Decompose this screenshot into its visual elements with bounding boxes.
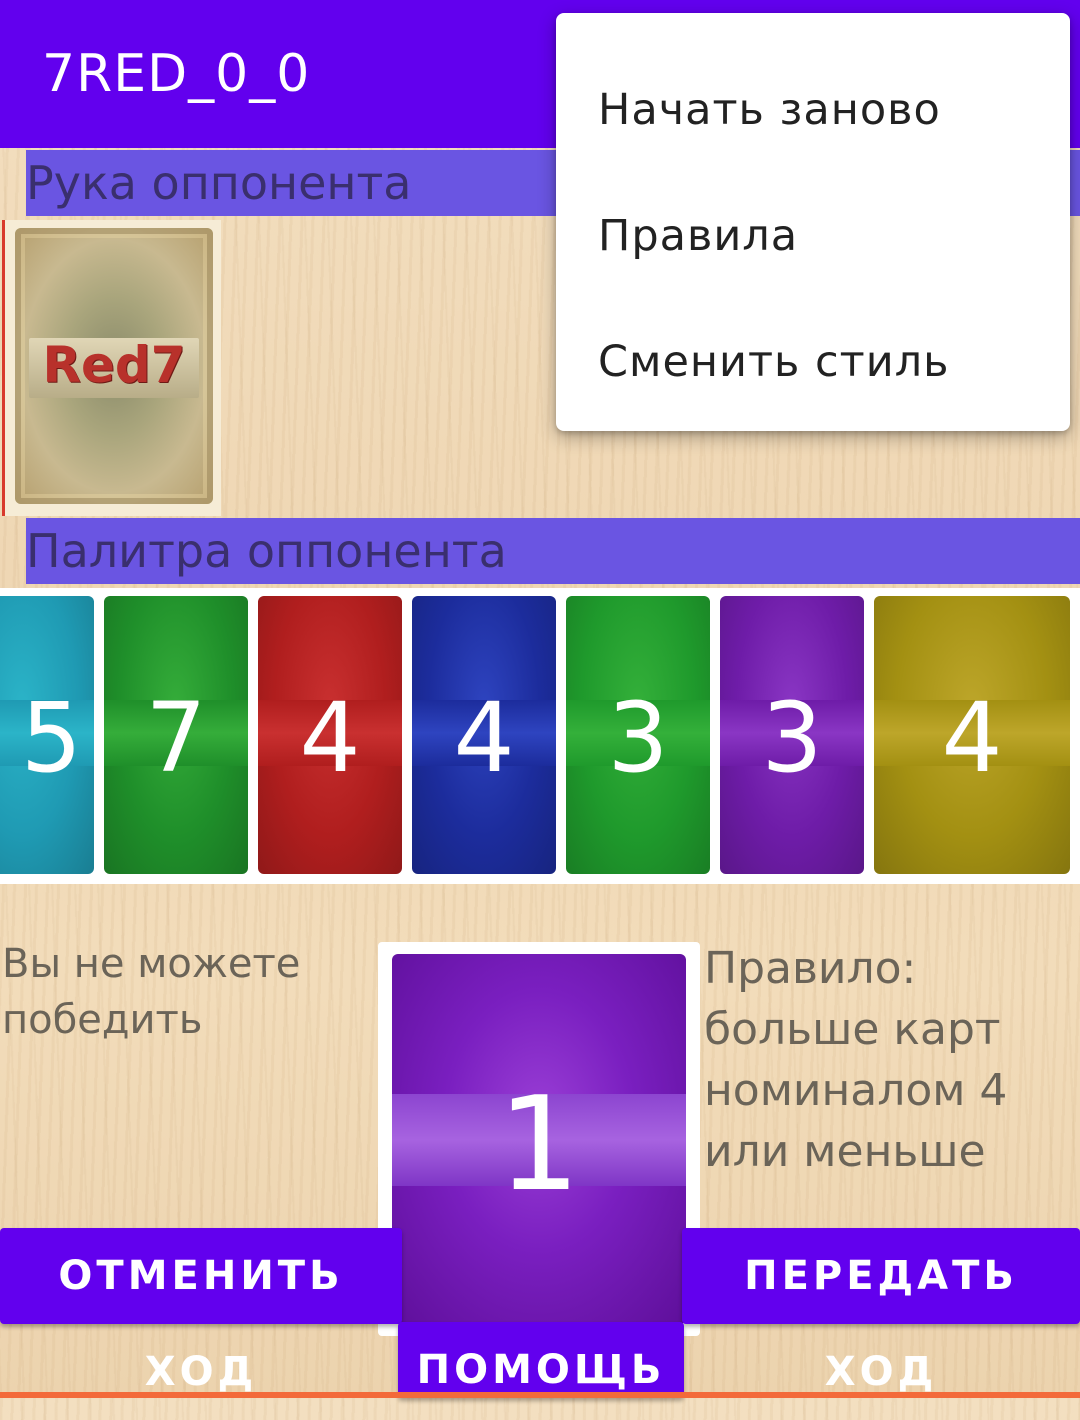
menu-item-change-style[interactable]: Сменить стиль — [598, 337, 950, 387]
current-card[interactable]: 1 — [392, 954, 686, 1324]
current-card-frame: 1 — [378, 942, 700, 1336]
current-card-value: 1 — [497, 1068, 581, 1220]
pass-turn-label: ПЕРЕДАТЬ ХОД — [744, 1253, 1018, 1395]
menu-item-rules[interactable]: Правила — [598, 211, 798, 261]
palette-card-value: 3 — [607, 682, 669, 794]
card-back-logo: Red7 — [42, 336, 186, 394]
palette-card[interactable]: 3 — [566, 596, 710, 874]
palette-card-value: 4 — [453, 682, 515, 794]
undo-move-button[interactable]: ОТМЕНИТЬ ХОД — [0, 1228, 402, 1395]
bottom-divider — [0, 1392, 1080, 1398]
opponent-hand: Red7 — [2, 220, 221, 516]
help-label: ПОМОЩЬ — [416, 1347, 666, 1393]
menu-item-restart[interactable]: Начать заново — [598, 85, 941, 135]
undo-move-label: ОТМЕНИТЬ ХОД — [58, 1253, 344, 1395]
palette-card[interactable]: 4 — [258, 596, 402, 874]
opponent-hand-label: Рука оппонента — [26, 156, 412, 210]
help-button[interactable]: ПОМОЩЬ — [398, 1322, 684, 1398]
opponent-palette: 5744334 — [0, 588, 1080, 884]
palette-card-value: 3 — [761, 682, 823, 794]
palette-card-value: 4 — [941, 682, 1003, 794]
rule-text: Правило: больше карт номиналом 4 или мен… — [704, 943, 1008, 1177]
palette-card[interactable]: 3 — [720, 596, 864, 874]
palette-card-value: 5 — [20, 682, 82, 794]
palette-card[interactable]: 4 — [412, 596, 556, 874]
palette-card[interactable]: 4 — [874, 596, 1070, 874]
app-title: 7RED_0_0 — [42, 44, 311, 104]
opponent-palette-header: Палитра оппонента — [26, 518, 1080, 584]
opponent-palette-label: Палитра оппонента — [26, 524, 507, 578]
palette-card[interactable]: 7 — [104, 596, 248, 874]
overflow-menu: Начать заново Правила Сменить стиль — [556, 13, 1070, 431]
opponent-card-back[interactable]: Red7 — [15, 228, 213, 504]
palette-card[interactable]: 5 — [0, 596, 94, 874]
palette-card-value: 7 — [145, 682, 207, 794]
status-text: Вы не можете победить — [2, 941, 301, 1043]
pass-turn-button[interactable]: ПЕРЕДАТЬ ХОД — [682, 1228, 1080, 1395]
palette-card-value: 4 — [299, 682, 361, 794]
